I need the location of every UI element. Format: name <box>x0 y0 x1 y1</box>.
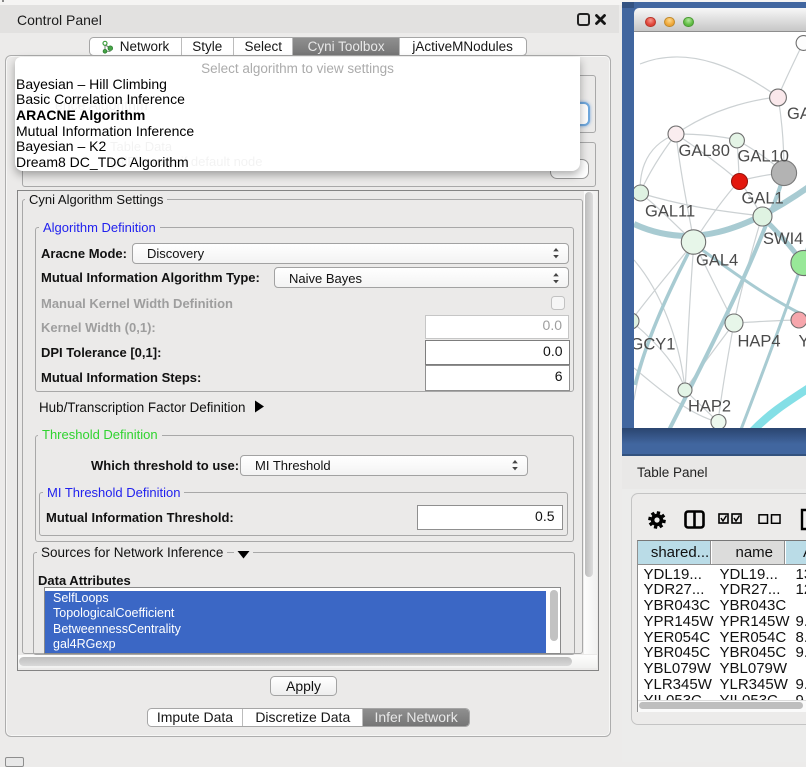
svg-text:HAP2: HAP2 <box>688 398 731 416</box>
svg-text:GAL: GAL <box>787 105 806 123</box>
svg-text:GCY1: GCY1 <box>634 336 675 354</box>
svg-text:GAL4: GAL4 <box>696 252 738 270</box>
svg-text:HAP4: HAP4 <box>738 333 781 351</box>
svg-text:GAL11: GAL11 <box>645 203 695 221</box>
svg-text:GAL10: GAL10 <box>738 148 789 166</box>
svg-text:GAL80: GAL80 <box>679 142 730 160</box>
svg-text:SWI4: SWI4 <box>763 230 803 248</box>
svg-text:YKL: YKL <box>799 333 806 351</box>
svg-text:GAL1: GAL1 <box>742 190 784 208</box>
